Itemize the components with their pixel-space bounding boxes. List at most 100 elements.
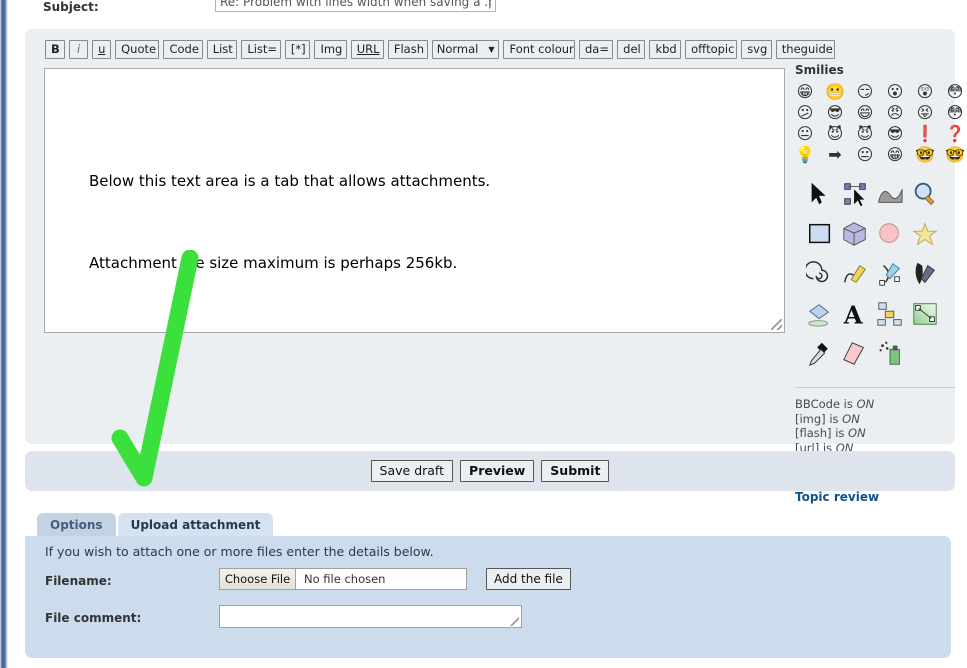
smiley-14[interactable]: 😈 bbox=[855, 124, 875, 144]
smiley-20[interactable]: 😐 bbox=[855, 145, 875, 165]
bbcode-button-code[interactable]: Code bbox=[163, 40, 202, 59]
bbcode-button-list[interactable]: List bbox=[207, 40, 238, 59]
smiley-7[interactable]: 😎 bbox=[825, 103, 845, 123]
smiley-12[interactable]: 😐 bbox=[795, 124, 815, 144]
smilies-title: Smilies bbox=[795, 63, 955, 77]
bbcode-button-font-colour[interactable]: Font colour bbox=[503, 40, 575, 59]
submit-panel: Save draft Preview Submit bbox=[25, 451, 955, 491]
status-state: ON bbox=[842, 412, 860, 426]
star-icon[interactable] bbox=[910, 219, 940, 249]
smiley-1[interactable]: 😬 bbox=[825, 82, 845, 102]
post-form-page: Subject: BiuQuoteCodeListList=[*]ImgURLF… bbox=[8, 0, 967, 668]
bbcode-button-img[interactable]: Img bbox=[314, 40, 346, 59]
bbcode-button-b[interactable]: B bbox=[45, 40, 65, 59]
save-draft-button[interactable]: Save draft bbox=[371, 460, 453, 482]
file-input[interactable]: Choose File No file chosen bbox=[219, 568, 467, 590]
node-editor-icon[interactable] bbox=[840, 179, 870, 209]
ellipse-icon[interactable] bbox=[875, 219, 905, 249]
smiley-5[interactable]: 😳 bbox=[945, 82, 965, 102]
bbcode-button-quote[interactable]: Quote bbox=[115, 40, 159, 59]
smiley-11[interactable]: 😳 bbox=[945, 103, 965, 123]
pointer-icon[interactable] bbox=[805, 179, 835, 209]
file-comment-input[interactable] bbox=[219, 605, 522, 628]
bbcode-button-del[interactable]: del bbox=[617, 40, 645, 59]
smiley-2[interactable]: 😏 bbox=[855, 82, 875, 102]
smiley-6[interactable]: 😕 bbox=[795, 103, 815, 123]
bezier-icon[interactable] bbox=[875, 259, 905, 289]
status-state: ON bbox=[848, 426, 866, 440]
message-text: Below this text area is a tab that allow… bbox=[89, 161, 749, 284]
status-name: [flash] is bbox=[795, 426, 848, 440]
status-state: ON bbox=[857, 397, 875, 411]
smiley-15[interactable]: 😎 bbox=[885, 124, 905, 144]
bbcode-button-theguide[interactable]: theguide bbox=[776, 40, 835, 59]
bbcode-button-offtopic[interactable]: offtopic bbox=[685, 40, 737, 59]
add-the-file-button[interactable]: Add the file bbox=[486, 568, 571, 590]
topic-review-link[interactable]: Topic review bbox=[795, 490, 955, 504]
submit-button[interactable]: Submit bbox=[541, 460, 609, 482]
browser-left-edge bbox=[0, 0, 8, 668]
tab-upload-attachment[interactable]: Upload attachment bbox=[118, 513, 274, 536]
textarea-resize-handle[interactable] bbox=[771, 319, 782, 330]
divider bbox=[795, 387, 955, 388]
cube-icon[interactable] bbox=[840, 219, 870, 249]
smiley-18[interactable]: 💡 bbox=[795, 145, 815, 165]
pencil-icon[interactable] bbox=[840, 259, 870, 289]
bbcode-button-list[interactable]: List= bbox=[241, 40, 281, 59]
tweak-icon[interactable] bbox=[875, 179, 905, 209]
dropper-icon[interactable] bbox=[805, 339, 835, 369]
bbcode-button-u[interactable]: u bbox=[92, 40, 111, 59]
paint-bucket-icon[interactable] bbox=[805, 299, 835, 329]
smiley-23[interactable]: 🤓 bbox=[945, 145, 965, 165]
bbcode-button-url[interactable]: URL bbox=[351, 40, 384, 59]
submit-buttons-row: Save draft Preview Submit bbox=[25, 451, 955, 491]
text-icon[interactable]: A bbox=[840, 299, 870, 329]
svg-text:A: A bbox=[843, 300, 864, 328]
spray-icon[interactable] bbox=[875, 339, 905, 369]
bbcode-button-da[interactable]: da= bbox=[579, 40, 613, 59]
attachment-tabs: OptionsUpload attachment bbox=[37, 513, 273, 536]
smilies-grid: 😁😬😏😮😲😳😕😎😄😠😝😳😐😈😈😎❗❓💡➡😐😁🤓🤓 bbox=[795, 82, 955, 165]
smiley-3[interactable]: 😮 bbox=[885, 82, 905, 102]
subject-label: Subject: bbox=[43, 0, 99, 14]
zoom-icon[interactable] bbox=[910, 179, 940, 209]
tab-options[interactable]: Options bbox=[37, 513, 116, 536]
smiley-8[interactable]: 😄 bbox=[855, 103, 875, 123]
smiley-10[interactable]: 😝 bbox=[915, 103, 935, 123]
smiley-0[interactable]: 😁 bbox=[795, 82, 815, 102]
smiley-13[interactable]: 😈 bbox=[825, 124, 845, 144]
smiley-21[interactable]: 😁 bbox=[885, 145, 905, 165]
bbcode-status-line: [flash] is ON bbox=[795, 426, 955, 441]
smilies-panel: Smilies 😁😬😏😮😲😳😕😎😄😠😝😳😐😈😈😎❗❓💡➡😐😁🤓🤓 A BBCod… bbox=[795, 63, 955, 504]
rectangle-icon[interactable] bbox=[805, 219, 835, 249]
tool-icons-grid: A bbox=[805, 179, 955, 369]
preview-button[interactable]: Preview bbox=[460, 460, 534, 482]
smiley-4[interactable]: 😲 bbox=[915, 82, 935, 102]
smiley-16[interactable]: ❗ bbox=[915, 124, 935, 144]
comment-resize-handle[interactable] bbox=[510, 617, 519, 626]
file-comment-label: File comment: bbox=[45, 611, 141, 625]
filename-label: Filename: bbox=[45, 574, 112, 588]
smiley-17[interactable]: ❓ bbox=[945, 124, 965, 144]
chevron-down-icon: ▼ bbox=[488, 41, 494, 58]
bbcode-button-flash[interactable]: Flash bbox=[388, 40, 428, 59]
choose-file-button[interactable]: Choose File bbox=[220, 569, 296, 589]
status-name: [img] is bbox=[795, 412, 842, 426]
bbcode-button-svg[interactable]: svg bbox=[741, 40, 772, 59]
bbcode-button-[interactable]: [*] bbox=[285, 40, 311, 59]
smiley-22[interactable]: 🤓 bbox=[915, 145, 935, 165]
font-size-select[interactable]: Normal▼ bbox=[432, 40, 500, 59]
smiley-19[interactable]: ➡ bbox=[825, 145, 845, 165]
bbcode-button-i[interactable]: i bbox=[69, 40, 88, 59]
gradient-icon[interactable] bbox=[910, 299, 940, 329]
message-textarea[interactable]: Below this text area is a tab that allow… bbox=[44, 68, 785, 333]
bbcode-button-kbd[interactable]: kbd bbox=[649, 40, 681, 59]
spiral-icon[interactable] bbox=[805, 259, 835, 289]
smiley-9[interactable]: 😠 bbox=[885, 103, 905, 123]
status-name: BBCode is bbox=[795, 397, 857, 411]
upload-attachment-panel: If you wish to attach one or more files … bbox=[25, 536, 951, 658]
connector-icon[interactable] bbox=[875, 299, 905, 329]
calligraphy-icon[interactable] bbox=[910, 259, 940, 289]
eraser-icon[interactable] bbox=[840, 339, 870, 369]
subject-input[interactable] bbox=[215, 0, 496, 12]
